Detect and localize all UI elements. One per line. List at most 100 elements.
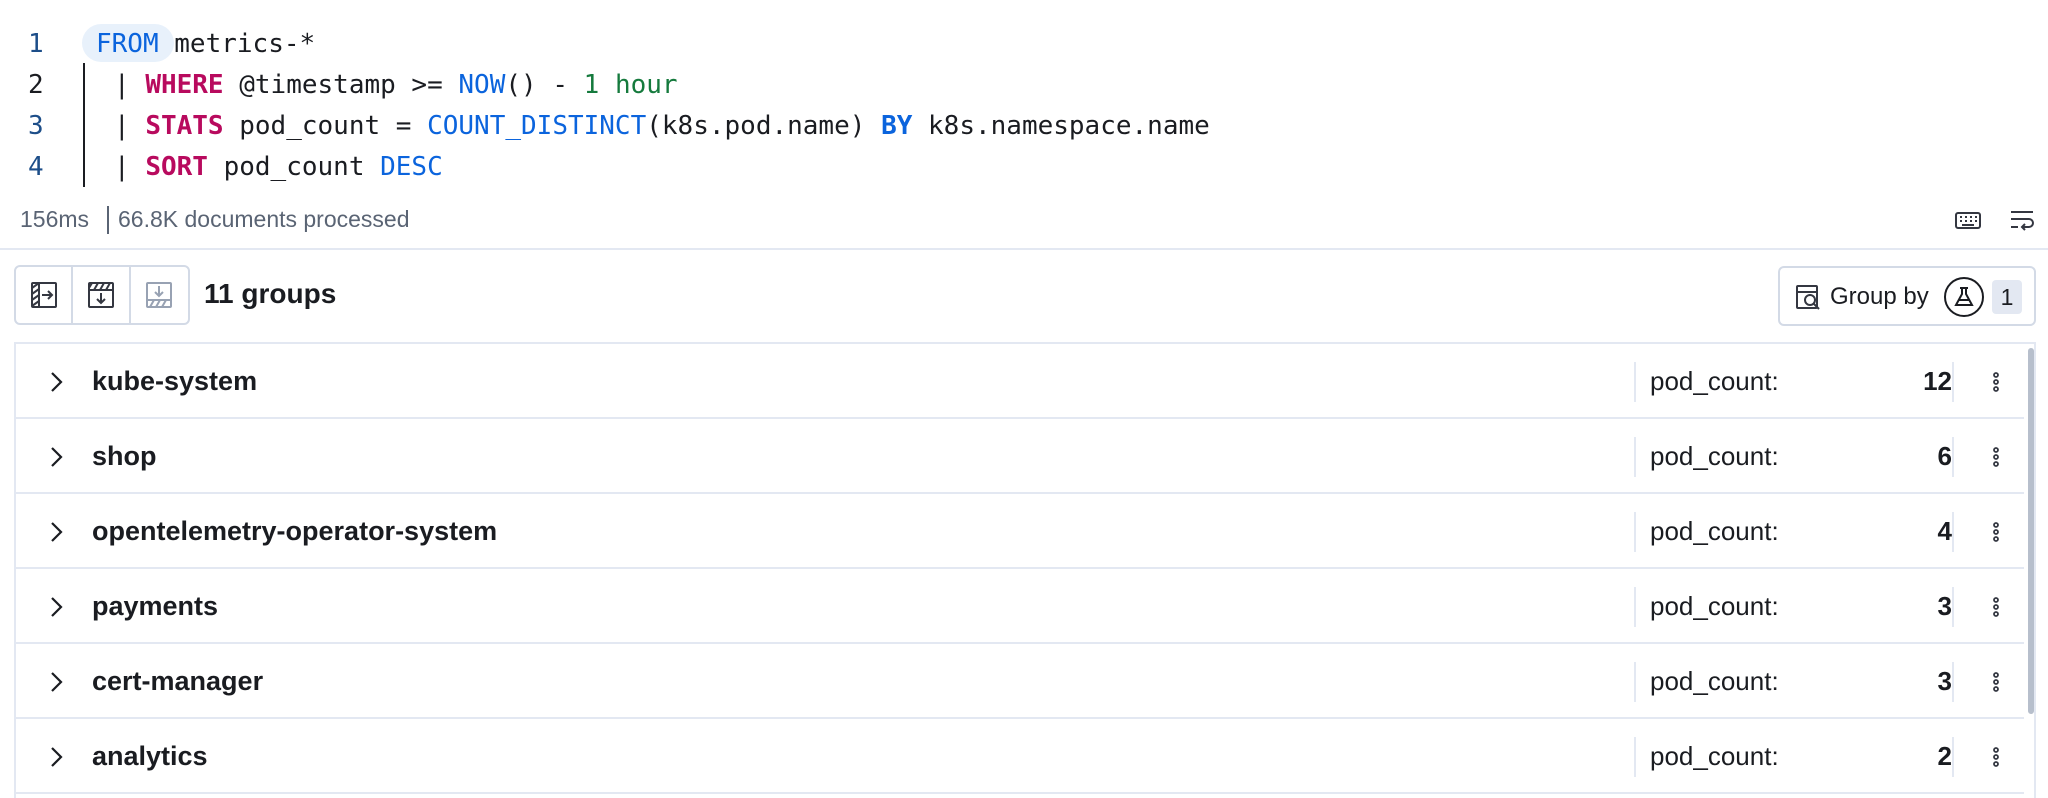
metric-label: pod_count: [1650,366,1779,396]
line-number: 1 [28,29,44,59]
code-token: BY [881,111,913,141]
code-text: | STATS pod_count = COUNT_DISTINCT(k8s.p… [114,106,1210,147]
collapse-all-button[interactable] [73,267,131,323]
metric-label: pod_count: [1650,516,1779,546]
code-token: k8s.namespace.name [912,111,1210,141]
group-row[interactable]: opentelemetry-operator-system pod_count: 4 [16,494,2024,569]
metric-label: pod_count: [1650,441,1779,471]
metric-value: 2 [1937,741,1952,771]
chevron-right-icon[interactable] [42,743,70,771]
column-divider [1952,587,1954,627]
groups-list: kube-system pod_count: 12 shop pod_count: 6 op… [14,342,2036,798]
metric-value: 6 [1937,441,1952,471]
code-token: WHERE [145,70,224,100]
chevron-right-icon[interactable] [42,668,70,696]
collapse-icon [88,282,115,308]
code-token: metrics-* [158,29,316,59]
group-row[interactable]: kube-system pod_count: 12 [16,344,2024,419]
column-divider [1634,512,1636,552]
metric-value: 3 [1937,666,1952,696]
column-divider [1634,362,1636,402]
code-token: | [114,152,146,182]
expand-icon [30,282,57,308]
code-token: SORT [145,152,208,182]
metric-label: pod_count: [1650,741,1779,771]
word-wrap-icon[interactable] [2008,206,2036,234]
group-by-label: Group by [1830,283,1929,310]
group-by-button[interactable]: Group by 1 [1778,266,2036,326]
metric-value: 12 [1923,366,1952,396]
scrollbar[interactable] [2028,348,2034,714]
chevron-right-icon[interactable] [42,368,70,396]
code-token: DESC [380,152,443,182]
code-token: (k8s.pod.name) [646,111,882,141]
group-row[interactable]: payments pod_count: 3 [16,569,2024,644]
line-number: 2 [28,70,44,100]
code-token: 1 hour [583,70,678,100]
code-token: COUNT_DISTINCT [427,111,647,141]
download-icon [146,282,173,308]
query-editor[interactable]: 1 FROM metrics-* 2 | WHERE @timestamp >= NO… [0,0,2048,192]
line-number: 3 [28,111,44,141]
column-divider [1952,512,1954,552]
more-actions-icon[interactable] [1982,518,2010,546]
code-text: FROM metrics-* [96,24,315,65]
group-row[interactable]: shop pod_count: 6 [16,419,2024,494]
column-divider [1634,662,1636,702]
code-token: pod_count = [223,111,428,141]
more-actions-icon[interactable] [1982,593,2010,621]
group-name: opentelemetry-operator-system [92,516,498,546]
code-line[interactable]: 1 FROM metrics-* [0,24,2048,65]
code-line[interactable]: 2 | WHERE @timestamp >= NOW() - 1 hour [0,65,2048,106]
code-line[interactable]: 3 | STATS pod_count = COUNT_DISTINCT(k8s.… [0,106,2048,147]
more-actions-icon[interactable] [1982,443,2010,471]
query-duration: 156ms [20,206,90,232]
group-by-icon [1796,285,1820,310]
chevron-right-icon[interactable] [42,593,70,621]
download-button[interactable] [131,267,188,323]
code-text: | SORT pod_count DESC [114,147,443,188]
code-token: @timestamp >= [223,70,459,100]
group-name: analytics [92,741,208,771]
chevron-right-icon[interactable] [42,443,70,471]
flask-icon [1944,277,1984,317]
code-token: | [114,111,146,141]
expand-all-button[interactable] [16,267,74,323]
metric-label: pod_count: [1650,666,1779,696]
group-actions [14,265,190,325]
metric-value: 3 [1937,591,1952,621]
group-row[interactable]: cert-manager pod_count: 3 [16,644,2024,719]
line-number: 4 [28,152,44,182]
group-by-count-badge: 1 [1992,280,2022,314]
keyboard-icon[interactable] [1954,206,1982,234]
column-divider [1952,662,1954,702]
column-divider [1952,362,1954,402]
column-divider [1634,737,1636,777]
column-divider [1634,587,1636,627]
query-status-bar: 156ms 66.8K documents processed [0,194,2048,250]
column-divider [1952,737,1954,777]
code-token: STATS [145,111,224,141]
more-actions-icon[interactable] [1982,368,2010,396]
code-line[interactable]: 4 | SORT pod_count DESC [0,147,2048,188]
metric-value: 4 [1937,516,1952,546]
group-name: shop [92,441,157,471]
code-token: | [114,70,146,100]
group-row[interactable]: analytics pod_count: 2 [16,719,2024,794]
group-name: kube-system [92,366,258,396]
more-actions-icon[interactable] [1982,668,2010,696]
code-token: FROM [96,29,159,59]
status-divider [107,206,109,234]
code-token: pod_count [207,152,381,182]
group-name: cert-manager [92,666,264,696]
groups-count: 11 groups [204,278,337,309]
metric-label: pod_count: [1650,591,1779,621]
documents-processed: 66.8K documents processed [118,206,410,232]
column-divider [1634,437,1636,477]
code-token: NOW [458,70,506,100]
column-divider [1952,437,1954,477]
chevron-right-icon[interactable] [42,518,70,546]
more-actions-icon[interactable] [1982,743,2010,771]
code-token: () - [505,70,584,100]
group-name: payments [92,591,219,621]
